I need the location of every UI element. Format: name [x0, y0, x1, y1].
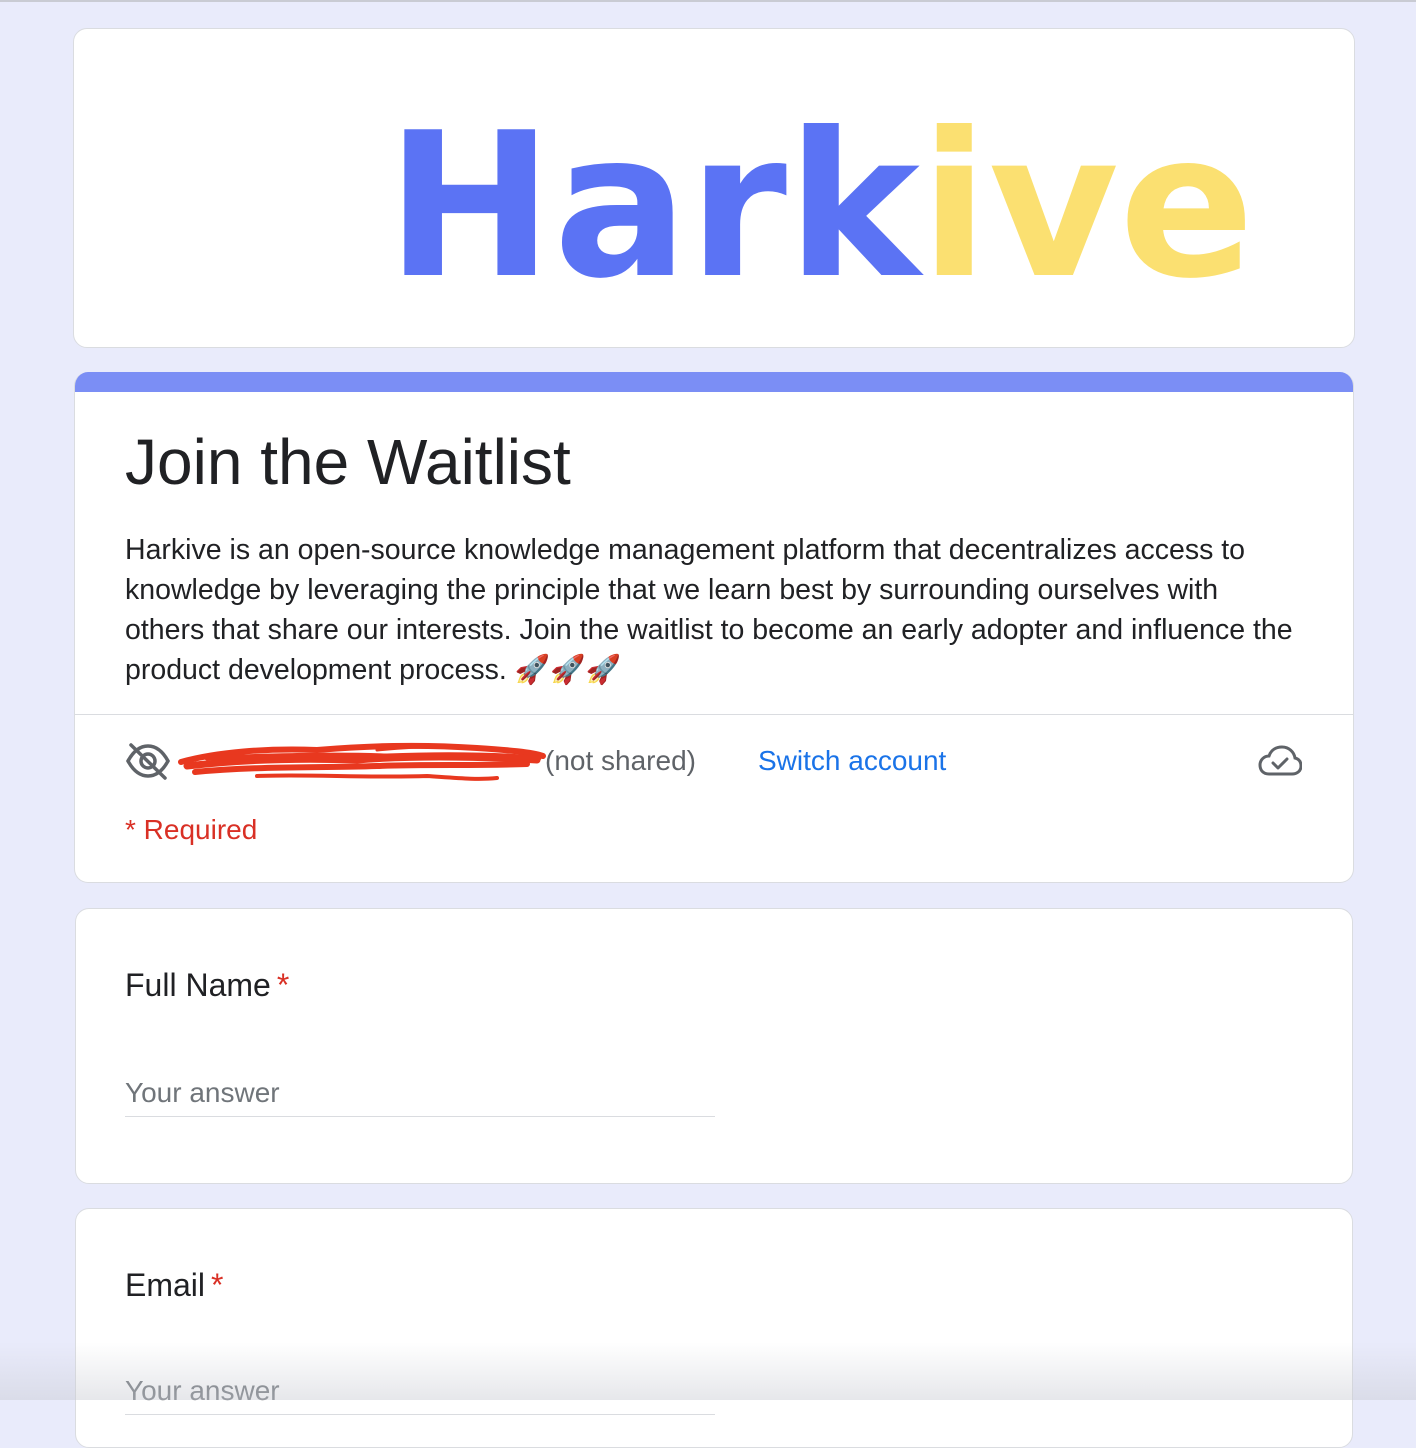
header-banner: Harkive	[73, 28, 1355, 348]
divider	[75, 714, 1353, 715]
switch-account-link[interactable]: Switch account	[758, 743, 946, 779]
question-title: Full Name	[125, 967, 271, 1003]
logo-text-part1: Hark	[386, 90, 920, 323]
redacted-email	[177, 738, 547, 784]
question-label: Email *	[125, 1265, 223, 1305]
account-row: (not shared) Switch account	[125, 738, 1305, 782]
accent-bar	[75, 372, 1353, 392]
question-card-full-name: Full Name *	[75, 908, 1353, 1184]
question-card-email: Email *	[75, 1208, 1353, 1448]
required-note: * Required	[125, 814, 258, 845]
form-header-card: Join the Waitlist Harkive is an open-sou…	[74, 372, 1354, 883]
email-input[interactable]	[125, 1367, 715, 1415]
not-shared-label: (not shared)	[545, 745, 696, 776]
full-name-input[interactable]	[125, 1069, 715, 1117]
form-description: Harkive is an open-source knowledge mana…	[125, 534, 1293, 686]
cloud-done-icon	[1258, 744, 1303, 780]
required-asterisk: *	[276, 967, 290, 1003]
question-title: Email	[125, 1267, 206, 1303]
question-label: Full Name *	[125, 965, 289, 1005]
harkive-logo: Harkive	[386, 107, 1255, 307]
form-title: Join the Waitlist	[125, 426, 571, 498]
eye-off-icon	[125, 742, 171, 780]
required-asterisk: *	[211, 1267, 224, 1303]
logo-text-part2: ive	[919, 90, 1255, 323]
